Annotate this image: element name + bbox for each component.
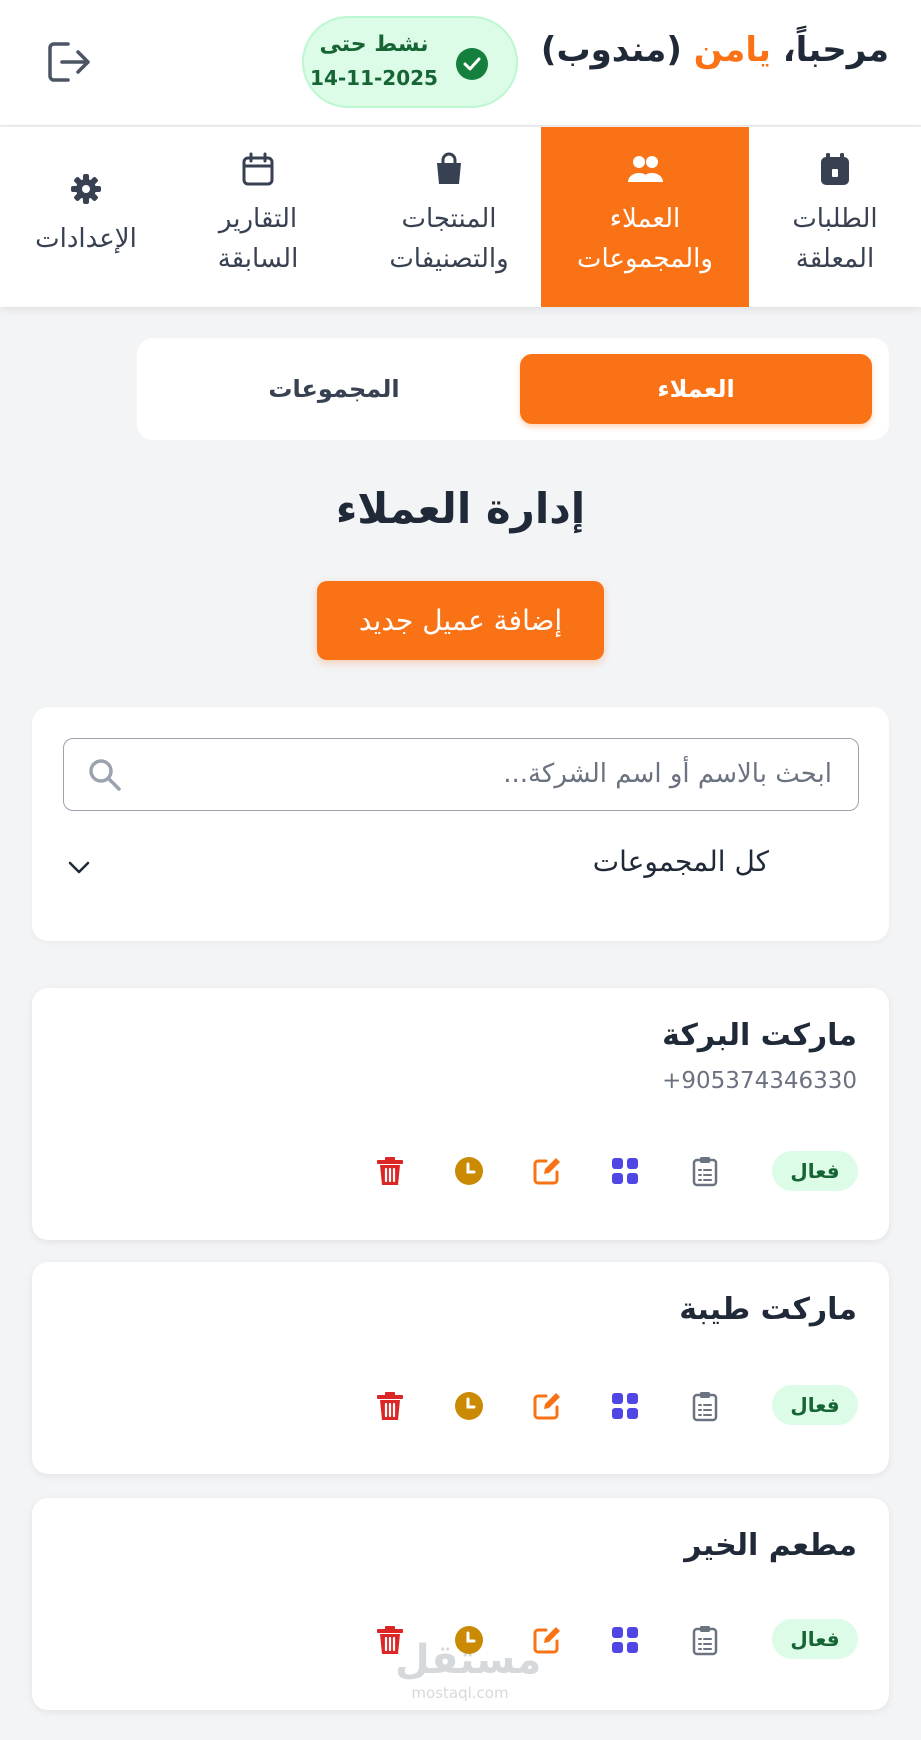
status-badge: فعال [772,1385,858,1425]
nav-label-line2: السابقة [217,244,299,274]
clock-icon [455,1157,483,1185]
search-icon [89,759,121,791]
user-name: يامن [693,30,771,70]
status-label: نشط حتى [319,32,429,57]
nav-label-line2: والمجموعات [577,244,713,274]
nav-label-line1: المنتجات [401,204,497,234]
client-card: ماركت طيبة فعال [32,1262,889,1474]
history-button[interactable] [449,1386,489,1426]
group-filter-value: كل المجموعات [592,845,769,878]
watermark-arabic: مستقل [395,1637,542,1683]
client-name: ماركت طيبة [679,1292,857,1327]
gear-icon [71,174,101,204]
edit-button[interactable] [527,1386,567,1426]
segment-groups-button[interactable]: المجموعات [153,354,515,424]
client-phone: +905374346330 [662,1068,857,1094]
products-button[interactable] [605,1620,645,1660]
logout-icon [48,42,90,82]
nav-label-line2: المعلقة [795,244,875,274]
nav-tab-products-categories[interactable]: المنتجات والتصنيفات [357,127,541,307]
products-button[interactable] [605,1386,645,1426]
search-placeholder: ابحث بالاسم أو اسم الشركة... [503,759,832,789]
nav-label-line1: الطلبات [792,204,878,234]
client-name: مطعم الخير [684,1528,857,1563]
status-date: 14-11-2025 [310,66,438,90]
mostaql-watermark: مستقل mostaql.com [395,1636,542,1716]
add-client-button[interactable]: إضافة عميل جديد [317,581,604,660]
check-circle-icon [456,48,488,80]
grid-icon [612,1627,638,1653]
chevron-down-icon [68,861,90,874]
trash-icon [377,1157,403,1185]
clock-icon [455,1392,483,1420]
orders-button[interactable] [685,1620,725,1660]
clipboard-list-icon [692,1626,718,1656]
nav-tab-pending-orders[interactable]: الطلبات المعلقة [749,127,921,307]
subscription-status-badge: نشط حتى 14-11-2025 [302,16,518,108]
nav-label-line1: الإعدادات [35,224,137,254]
logout-button[interactable] [44,38,96,86]
group-filter-select[interactable]: كل المجموعات [63,837,859,897]
status-badge: فعال [772,1619,858,1659]
orders-button[interactable] [685,1151,725,1191]
search-input[interactable]: ابحث بالاسم أو اسم الشركة... [63,738,859,811]
watermark-latin: mostaql.com [411,1684,509,1702]
segment-clients-button[interactable]: العملاء [520,354,872,424]
delete-button[interactable] [370,1151,410,1191]
user-role: (مندوب) [540,30,694,70]
greeting-prefix: مرحباً، [770,30,889,70]
main-nav: الطلبات المعلقة العملاء والمجموعات المنت… [0,127,921,307]
edit-button[interactable] [527,1151,567,1191]
grid-icon [612,1158,638,1184]
edit-icon [533,1158,560,1185]
products-button[interactable] [605,1151,645,1191]
top-header: مرحباً، يامن (مندوب) نشط حتى 14-11-2025 [0,0,921,126]
trash-icon [377,1392,403,1420]
grid-icon [612,1393,638,1419]
clipboard-list-icon [692,1392,718,1422]
page-title: إدارة العملاء [335,484,586,533]
nav-label-line1: التقارير [218,204,298,234]
clipboard-icon [821,153,849,185]
client-name: ماركت البركة [662,1018,857,1053]
nav-tab-settings[interactable]: الإعدادات [0,127,172,307]
clients-groups-segment: العملاء المجموعات [137,338,889,440]
client-card: ماركت البركة +905374346330 فعال [32,988,889,1240]
history-button[interactable] [449,1151,489,1191]
nav-label-line1: العملاء [609,204,681,234]
calendar-icon [242,152,274,186]
users-icon [628,156,663,182]
greeting: مرحباً، يامن (مندوب) [541,30,889,70]
nav-label-line2: والتصنيفات [389,244,509,274]
nav-tab-past-reports[interactable]: التقارير السابقة [172,127,344,307]
edit-icon [533,1393,560,1420]
shopping-bag-icon [437,152,461,184]
delete-button[interactable] [370,1386,410,1426]
clipboard-list-icon [692,1157,718,1187]
nav-tab-clients-groups[interactable]: العملاء والمجموعات [541,127,749,307]
filter-card: ابحث بالاسم أو اسم الشركة... كل المجموعا… [32,707,889,941]
status-badge: فعال [772,1151,858,1191]
orders-button[interactable] [685,1386,725,1426]
